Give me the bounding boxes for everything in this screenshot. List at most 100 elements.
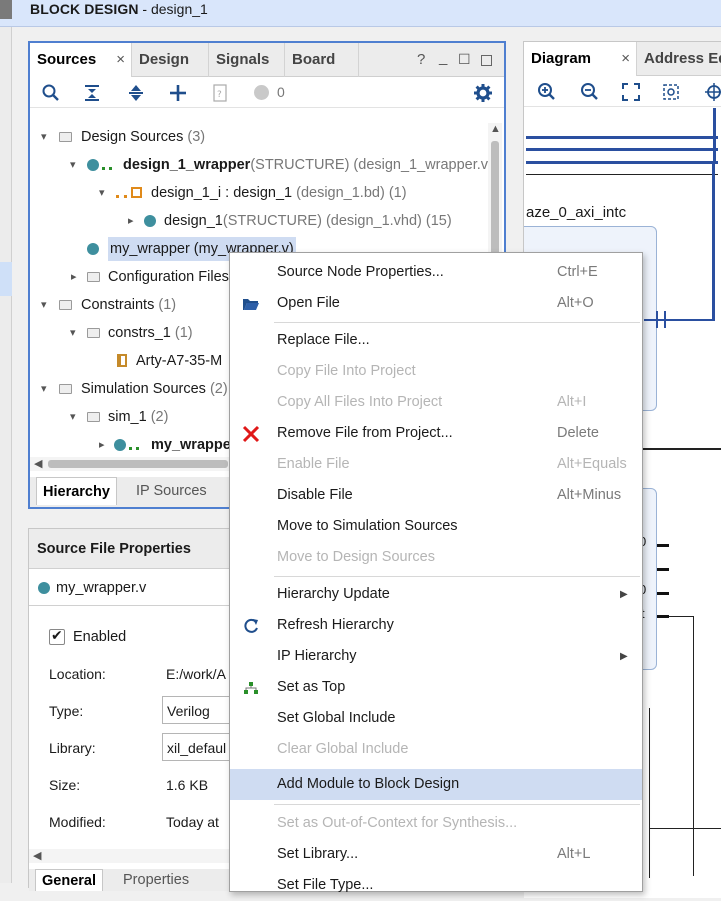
folder-icon [87, 328, 100, 338]
block-design-icon [116, 188, 127, 198]
menu-item-ip-hierarchy[interactable]: IP Hierarchy ▶ [230, 641, 642, 672]
scroll-left-arrow[interactable]: ◀ [33, 849, 41, 862]
chevron-right-icon[interactable]: ▸ [128, 207, 134, 235]
bus-line-vertical [712, 163, 715, 321]
tab-board[interactable]: Board [285, 43, 359, 77]
modified-value: Today at [166, 814, 219, 830]
zoom-in-icon[interactable] [537, 82, 557, 102]
properties-view-tabs: General Properties [29, 869, 257, 891]
flow-nav-selected-item[interactable] [0, 262, 12, 296]
bus-line-vertical [713, 108, 716, 163]
minimize-icon[interactable]: _ [439, 49, 447, 66]
menu-item-copy-all-files-into-project: Copy All Files Into Project Alt+I [277, 394, 587, 410]
close-icon[interactable]: × [116, 43, 125, 77]
folder-icon [59, 300, 72, 310]
properties-file-row: my_wrapper.v [29, 570, 257, 606]
enabled-label: Enabled [73, 629, 127, 645]
tab-address-editor[interactable]: Address Ed [637, 42, 721, 76]
chevron-down-icon[interactable]: ▾ [70, 151, 76, 179]
menu-item-set-global-include[interactable]: Set Global Include [230, 703, 642, 734]
menu-item-move-to-design-sources: Move to Design Sources [277, 549, 435, 565]
source-dot-icon [114, 439, 126, 451]
submenu-arrow-icon: ▶ [620, 589, 628, 600]
bus-line [526, 148, 718, 151]
tab-general[interactable]: General [35, 869, 103, 891]
chevron-down-icon[interactable]: ▾ [99, 179, 105, 207]
diagram-tab-bar: Diagram × Address Ed [524, 42, 721, 76]
search-icon[interactable] [41, 83, 61, 103]
folder-icon [87, 412, 100, 422]
source-dot-icon [38, 582, 50, 594]
menu-item-source-node-properties[interactable]: Source Node Properties... Ctrl+E [230, 257, 642, 288]
panel-title: Source File Properties [37, 541, 191, 557]
pin-stub [657, 615, 669, 618]
scroll-up-arrow[interactable]: ▲ [490, 123, 501, 135]
interrupt-controller-label: aze_0_axi_intc [526, 204, 627, 221]
enabled-checkbox[interactable]: ✔ [49, 627, 65, 645]
context-menu: Source Node Properties... Ctrl+E Open Fil… [229, 252, 643, 893]
chevron-right-icon[interactable]: ▸ [99, 431, 105, 459]
add-sources-icon[interactable] [168, 83, 188, 103]
menu-item-hierarchy-update[interactable]: Hierarchy Update ▶ [230, 579, 642, 610]
zoom-area-icon[interactable] [661, 82, 681, 102]
diagram-toolbar [524, 77, 721, 107]
chevron-down-icon[interactable]: ▾ [70, 319, 76, 347]
folder-open-icon [243, 299, 259, 310]
menu-item-open-file[interactable]: Open File Alt+O [230, 288, 642, 319]
menu-item-move-to-simulation-sources[interactable]: Move to Simulation Sources [230, 511, 642, 542]
tab-sources[interactable]: Sources × [30, 43, 132, 77]
maximize-icon[interactable]: ☐ [458, 51, 471, 68]
chevron-right-icon[interactable]: ▸ [71, 263, 77, 291]
modified-label: Modified: [49, 814, 106, 830]
chevron-down-icon[interactable]: ▾ [70, 403, 76, 431]
scroll-left-arrow[interactable]: ◀ [34, 457, 42, 470]
menu-item-set-file-type[interactable]: Set File Type... [230, 870, 642, 901]
chevron-down-icon[interactable]: ▾ [41, 375, 47, 403]
zoom-out-icon[interactable] [580, 82, 600, 102]
close-icon[interactable]: × [621, 42, 630, 76]
tab-design[interactable]: Design [132, 43, 209, 77]
library-label: Library: [49, 740, 96, 756]
menu-item-replace-file[interactable]: Replace File... [230, 325, 642, 356]
collapse-all-icon[interactable] [82, 83, 102, 103]
crosshair-icon[interactable] [704, 82, 721, 102]
tab-signals[interactable]: Signals [209, 43, 285, 77]
hierarchy-icon [102, 162, 112, 170]
page-title: BLOCK DESIGN - design_1 [30, 1, 208, 17]
menu-item-disable-file[interactable]: Disable File Alt+Minus [230, 480, 642, 511]
bus-line [526, 161, 718, 164]
document-properties-icon[interactable]: ? [210, 83, 230, 103]
status-circle-icon [254, 85, 269, 100]
pin-stub [657, 544, 669, 547]
wire-line [649, 708, 650, 878]
status-count: 0 [277, 84, 285, 100]
expand-all-icon[interactable] [126, 83, 146, 103]
bus-connector [656, 311, 666, 328]
menu-item-set-as-top[interactable]: Set as Top [230, 672, 642, 703]
menu-separator [274, 576, 640, 577]
chevron-down-icon[interactable]: ▾ [41, 291, 47, 319]
source-dot-icon [87, 243, 99, 255]
menu-item-remove-file-from-project[interactable]: Remove File from Project... Delete [230, 418, 642, 449]
wire-line-vertical [693, 616, 694, 876]
float-icon[interactable] [481, 55, 492, 66]
menu-item-add-module-to-block-design[interactable]: Add Module to Block Design [230, 769, 642, 800]
sources-toolbar: ? 0 [30, 78, 504, 108]
tab-hierarchy[interactable]: Hierarchy [36, 477, 117, 505]
tab-ip-sources[interactable]: IP Sources [130, 477, 213, 505]
bus-line [526, 136, 718, 139]
folder-icon [59, 132, 72, 142]
sources-tab-bar: Sources × Design Signals Board ? _ ☐ [30, 43, 504, 77]
wire-line [669, 616, 694, 617]
menu-item-set-library[interactable]: Set Library... Alt+L [230, 839, 642, 870]
tab-diagram[interactable]: Diagram × [524, 42, 637, 76]
chevron-down-icon[interactable]: ▾ [41, 123, 47, 151]
menu-item-refresh-hierarchy[interactable]: Refresh Hierarchy [230, 610, 642, 641]
tab-properties[interactable]: Properties [117, 869, 195, 891]
gear-icon[interactable] [473, 83, 493, 103]
zoom-fit-icon[interactable] [621, 82, 641, 102]
scroll-thumb[interactable] [48, 460, 228, 468]
refresh-icon [244, 618, 258, 633]
help-icon[interactable]: ? [417, 51, 425, 68]
properties-horizontal-scrollbar[interactable]: ◀ [29, 849, 257, 863]
